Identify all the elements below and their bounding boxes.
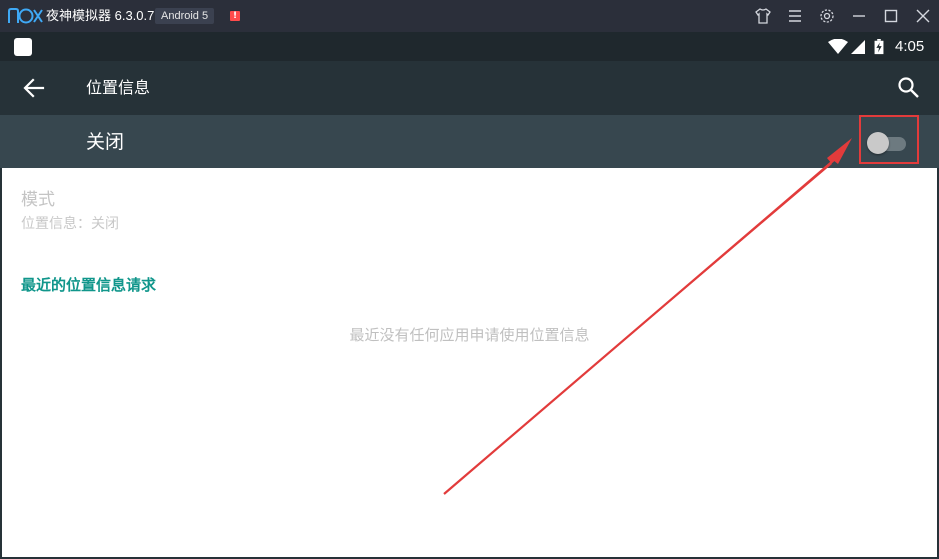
alert-badge[interactable]: !	[230, 11, 240, 21]
emulator-title-bar: 夜神模拟器 6.3.0.7 Android 5 !	[0, 0, 939, 32]
notification-icon	[14, 38, 32, 56]
mode-summary: 位置信息：关闭	[21, 216, 119, 232]
maximize-icon[interactable]	[882, 7, 900, 25]
nox-logo	[8, 7, 44, 25]
wifi-icon	[828, 39, 848, 54]
battery-charging-icon	[874, 39, 884, 55]
menu-icon[interactable]	[786, 7, 804, 25]
back-arrow-icon	[23, 78, 45, 98]
switch-state-label: 关闭	[86, 131, 125, 153]
recent-requests-empty-text: 最近没有任何应用申请使用位置信息	[349, 326, 590, 344]
android-version-badge: Android 5	[155, 8, 215, 24]
location-master-switch-bar[interactable]: 关闭	[0, 115, 939, 168]
shirt-icon[interactable]	[754, 7, 772, 25]
location-settings-content: 模式 位置信息：关闭 最近的位置信息请求 最近没有任何应用申请使用位置信息	[2, 168, 937, 557]
action-bar: 位置信息	[0, 61, 939, 115]
search-icon	[898, 77, 919, 98]
gear-icon[interactable]	[818, 7, 836, 25]
search-button[interactable]	[893, 73, 925, 103]
back-button[interactable]	[18, 73, 50, 103]
android-status-bar: 4:05	[0, 32, 939, 61]
mode-title: 模式	[21, 190, 55, 210]
emulator-title: 夜神模拟器 6.3.0.7	[46, 8, 155, 23]
minimize-icon[interactable]	[850, 7, 868, 25]
nox-logo-mark	[8, 8, 43, 24]
signal-icon	[851, 40, 865, 54]
status-clock: 4:05	[895, 38, 925, 55]
page-title: 位置信息	[86, 78, 151, 97]
annotation-highlight-box	[859, 115, 919, 164]
close-icon[interactable]	[914, 7, 932, 25]
recent-requests-header: 最近的位置信息请求	[21, 276, 157, 294]
